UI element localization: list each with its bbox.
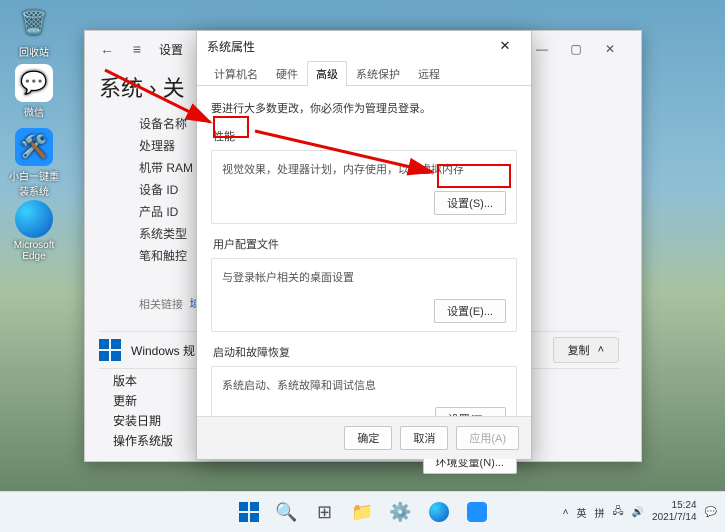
search-button[interactable]: 🔍 xyxy=(271,496,303,528)
taskbar-clock[interactable]: 15:24 2021/7/14 xyxy=(652,500,697,524)
windows-logo-icon xyxy=(99,339,121,361)
edge-icon xyxy=(429,502,449,522)
network-icon[interactable]: 🖧 xyxy=(612,504,623,521)
dialog-close-button[interactable]: ✕ xyxy=(489,32,521,60)
performance-title: 性能 xyxy=(211,126,517,146)
desktop-icon-label: 回收站 xyxy=(6,44,62,59)
taskbar-center: 🔍 ⊞ 📁 ⚙️ xyxy=(233,496,493,528)
desktop-icon-edge[interactable]: Microsoft Edge xyxy=(6,200,62,262)
taskbar: 🔍 ⊞ 📁 ⚙️ ˄ 英 拼 🖧 🔊 15:24 2021/7/14 💬 xyxy=(0,491,725,532)
user-profile-section: 用户配置文件 与登录帐户相关的桌面设置 设置(E)... xyxy=(211,234,517,332)
ime-language[interactable]: 英 xyxy=(576,505,586,520)
system-properties-dialog: 系统属性 ✕ 计算机名 硬件 高级 系统保护 远程 要进行大多数更改，你必须作为… xyxy=(196,30,532,460)
ok-button[interactable]: 确定 xyxy=(344,426,392,450)
desktop: 🗑️ 回收站 💬 微信 🛠️ 小白一键重装系统 Microsoft Edge ←… xyxy=(0,0,725,532)
taskbar-app-tool[interactable] xyxy=(461,496,493,528)
desktop-icon-tool[interactable]: 🛠️ 小白一键重装系统 xyxy=(6,128,62,198)
start-button[interactable] xyxy=(233,496,265,528)
tool-icon xyxy=(467,502,487,522)
copy-button[interactable]: 复制 ˄ xyxy=(553,337,619,363)
desktop-icon-label: 小白一键重装系统 xyxy=(6,168,62,198)
close-button[interactable]: ✕ xyxy=(593,35,627,63)
desktop-icon-recycle-bin[interactable]: 🗑️ 回收站 xyxy=(6,4,62,59)
tray-chevron-icon[interactable]: ˄ xyxy=(563,507,569,518)
user-profile-settings-button[interactable]: 设置(E)... xyxy=(434,299,506,323)
hamburger-icon[interactable]: ≡ xyxy=(129,41,145,57)
wechat-icon: 💬 xyxy=(15,64,53,102)
back-button[interactable]: ← xyxy=(99,41,115,57)
copy-button-label: 复制 xyxy=(568,342,590,358)
performance-settings-button[interactable]: 设置(S)... xyxy=(434,191,506,215)
windows-logo-icon xyxy=(239,502,259,522)
admin-note: 要进行大多数更改，你必须作为管理员登录。 xyxy=(211,100,517,116)
tool-icon: 🛠️ xyxy=(15,128,53,166)
breadcrumb-part: 关 xyxy=(163,76,185,101)
dialog-footer: 确定 取消 应用(A) xyxy=(197,416,531,459)
dialog-titlebar[interactable]: 系统属性 ✕ xyxy=(197,31,531,61)
performance-desc: 视觉效果，处理器计划，内存使用，以及虚拟内存 xyxy=(222,161,506,177)
clock-date: 2021/7/14 xyxy=(652,512,697,524)
desktop-icon-label: 微信 xyxy=(6,104,62,119)
apply-button: 应用(A) xyxy=(456,426,519,450)
clock-time: 15:24 xyxy=(652,500,697,512)
notifications-icon[interactable]: 💬 xyxy=(705,507,717,518)
user-profile-desc: 与登录帐户相关的桌面设置 xyxy=(222,269,506,285)
tab-advanced[interactable]: 高级 xyxy=(307,61,347,86)
maximize-button[interactable]: ▢ xyxy=(559,35,593,63)
task-view-button[interactable]: ⊞ xyxy=(309,496,341,528)
dialog-title: 系统属性 xyxy=(207,38,255,55)
cancel-button[interactable]: 取消 xyxy=(400,426,448,450)
startup-title: 启动和故障恢复 xyxy=(211,342,517,362)
label-install-date: 安装日期 xyxy=(113,411,173,431)
windows-spec-label: Windows 规 xyxy=(131,342,195,359)
chevron-up-icon: ˄ xyxy=(598,344,604,356)
taskbar-tray: ˄ 英 拼 🖧 🔊 15:24 2021/7/14 💬 xyxy=(563,500,725,524)
breadcrumb-sep: › xyxy=(149,76,156,101)
breadcrumb-part[interactable]: 系统 xyxy=(99,76,143,101)
tab-system-protection[interactable]: 系统保护 xyxy=(347,61,409,86)
tab-remote[interactable]: 远程 xyxy=(409,61,449,86)
volume-icon[interactable]: 🔊 xyxy=(632,507,644,518)
label-version: 版本 xyxy=(113,371,173,391)
taskbar-app-explorer[interactable]: 📁 xyxy=(347,496,379,528)
edge-icon xyxy=(15,200,53,238)
performance-section: 性能 视觉效果，处理器计划，内存使用，以及虚拟内存 设置(S)... xyxy=(211,126,517,224)
taskbar-app-settings[interactable]: ⚙️ xyxy=(385,496,417,528)
desktop-icon-label: Microsoft Edge xyxy=(6,240,62,262)
tab-computer-name[interactable]: 计算机名 xyxy=(205,61,267,86)
tab-hardware[interactable]: 硬件 xyxy=(267,61,307,86)
label-os-build: 操作系统版 xyxy=(113,431,173,451)
startup-desc: 系统启动、系统故障和调试信息 xyxy=(222,377,506,393)
taskbar-app-edge[interactable] xyxy=(423,496,455,528)
desktop-icon-wechat[interactable]: 💬 微信 xyxy=(6,64,62,119)
windows-spec-details: 版本 更新 安装日期 操作系统版 xyxy=(113,371,173,451)
settings-title-label: 设置 xyxy=(159,41,183,58)
dialog-tabs: 计算机名 硬件 高级 系统保护 远程 xyxy=(197,61,531,86)
ime-mode[interactable]: 拼 xyxy=(594,505,604,520)
user-profile-title: 用户配置文件 xyxy=(211,234,517,254)
label-update: 更新 xyxy=(113,391,173,411)
related-links-label: 相关链接 xyxy=(139,299,183,311)
recycle-bin-icon: 🗑️ xyxy=(15,4,53,42)
